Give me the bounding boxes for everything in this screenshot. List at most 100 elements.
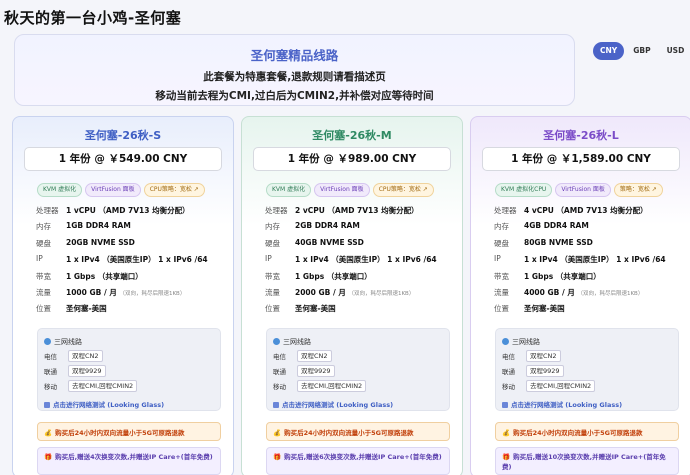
spec-value: 1 Gbps （共享端口） <box>66 271 143 281</box>
gift-icon: 🎁 <box>44 452 53 461</box>
looking-glass-link[interactable]: 点击进行网络测试 (Looking Glass) <box>273 399 393 409</box>
plan-tags: KVM 虚拟化CPU VirtFusion 面板 策略：宽松 ↗ <box>495 183 690 197</box>
spec-value: 1 vCPU （AMD 7V13 均衡分配） <box>66 206 190 215</box>
route-row-unicom: 联通 双程9929 <box>44 364 106 377</box>
spec-value: 1 x IPv4 （美国原生IP） 1 x IPv6 /64 <box>66 255 208 265</box>
globe-icon <box>273 337 280 345</box>
spec-label: 位置 <box>265 304 280 314</box>
route-carrier: 联通 <box>273 367 286 376</box>
looking-glass-text: 点击进行网络测试 (Looking Glass) <box>511 400 623 409</box>
route-value: 双程CN2 <box>68 349 103 362</box>
spec-row-ram: 内存 2GB DDR4 RAM <box>242 217 462 233</box>
banner-route-note: 移动当前去程为CMI,过白后为CMIN2,并补偿对应等待时间 <box>155 90 434 102</box>
looking-glass-link[interactable]: 点击进行网络测试 (Looking Glass) <box>44 399 164 409</box>
gift-icon: 🎁 <box>273 452 282 461</box>
route-carrier: 电信 <box>273 352 286 361</box>
spec-value: 1GB DDR4 RAM <box>66 221 131 231</box>
plan-price[interactable]: 1 年份 @ ￥549.00 CNY <box>24 147 222 171</box>
spec-value: 40GB NVME SSD <box>295 237 364 247</box>
money-bag-icon: 💰 <box>502 428 511 437</box>
plan-price[interactable]: 1 年份 @ ￥1,589.00 CNY <box>482 147 680 171</box>
currency-cny-button[interactable]: CNY <box>593 42 625 60</box>
kvm-tag: KVM 虚拟化 <box>266 183 312 197</box>
route-row-telecom: 电信 双程CN2 <box>44 349 103 362</box>
spec-row-ip: IP 1 x IPv4 （美国原生IP） 1 x IPv6 /64 <box>242 250 462 266</box>
spec-label: 硬盘 <box>265 238 280 248</box>
route-value: 去程CMI,回程CMIN2 <box>526 379 596 392</box>
cpu-policy-link[interactable]: CPU策略：宽松 ↗ <box>372 183 434 197</box>
virtfusion-tag: VirtFusion 面板 <box>85 183 141 197</box>
routes-title: 三网线路 <box>273 337 311 347</box>
routes-title-text: 三网线路 <box>512 337 540 346</box>
spec-value: 2GB DDR4 RAM <box>295 221 360 231</box>
plan-tags: KVM 虚拟化 VirtFusion 面板 CPU策略：宽松 ↗ <box>37 183 233 197</box>
spec-row-ram: 内存 1GB DDR4 RAM <box>13 217 233 233</box>
spec-label: IP <box>265 254 272 264</box>
gift-notice-text: 购买后,赠送10次换变次数,并赠送IP Care+(首年免费) <box>502 452 666 471</box>
plan-name: 圣何塞-26秋-M <box>312 129 392 142</box>
spec-label: 位置 <box>36 304 51 314</box>
virtfusion-tag: VirtFusion 面板 <box>314 183 370 197</box>
spec-label: 处理器 <box>494 206 517 215</box>
plan-name: 圣何塞-26秋-S <box>84 129 162 142</box>
spec-value: 4GB DDR4 RAM <box>524 221 589 231</box>
plan-card-m[interactable]: 圣何塞-26秋-M 1 年份 @ ￥989.00 CNY KVM 虚拟化 Vir… <box>241 116 463 475</box>
spec-row-disk: 硬盘 80GB NVME SSD <box>471 234 690 250</box>
traffic-note: （双向，耗尽后限速1KB） <box>577 290 644 297</box>
spec-row-disk: 硬盘 20GB NVME SSD <box>13 234 233 250</box>
traffic-value: 4000 GB / 月 <box>524 287 575 297</box>
spec-value: 1 Gbps （共享端口） <box>524 271 601 281</box>
spec-value: 20GB NVME SSD <box>66 237 135 247</box>
refund-notice: 💰 购买后24小时内双向流量小于5G可原路退款 <box>495 421 679 441</box>
looking-glass-link[interactable]: 点击进行网络测试 (Looking Glass) <box>502 399 622 409</box>
refund-notice-text: 购买后24小时内双向流量小于5G可原路退款 <box>284 428 414 437</box>
spec-value: 2 vCPU （AMD 7V13 均衡分配） <box>295 206 419 215</box>
plan-card-l[interactable]: 圣何塞-26秋-L 1 年份 @ ￥1,589.00 CNY KVM 虚拟化CP… <box>470 116 690 475</box>
page-title: 秋天的第一台小鸡-圣何塞 <box>4 9 182 27</box>
route-row-unicom: 联通 双程9929 <box>273 364 335 377</box>
route-value: 双程CN2 <box>526 349 561 362</box>
currency-usd-button[interactable]: USD <box>660 42 690 60</box>
spec-value: 圣何塞-美国 <box>524 304 565 314</box>
kvm-tag: KVM 虚拟化 <box>37 183 83 197</box>
spec-label: 流量 <box>265 287 280 297</box>
route-row-mobile: 移动 去程CMI,回程CMIN2 <box>502 379 596 392</box>
spec-label: 位置 <box>494 304 509 314</box>
spec-row-location: 位置 圣何塞-美国 <box>471 299 690 315</box>
spec-label: 内存 <box>265 222 280 232</box>
cpu-policy-link[interactable]: 策略：宽松 ↗ <box>613 183 663 197</box>
routes-title-text: 三网线路 <box>283 337 311 346</box>
chart-icon <box>273 401 279 408</box>
route-carrier: 联通 <box>44 367 57 376</box>
spec-row-bandwidth: 带宽 1 Gbps （共享端口） <box>13 267 233 283</box>
route-row-telecom: 电信 双程CN2 <box>273 349 332 362</box>
route-value: 去程CMI,回程CMIN2 <box>68 379 138 392</box>
route-value: 双程9929 <box>297 364 335 377</box>
traffic-note: （双向，耗尽后限速1KB） <box>348 290 415 297</box>
globe-icon <box>44 337 51 345</box>
globe-icon <box>502 337 509 345</box>
money-bag-icon: 💰 <box>273 428 282 437</box>
spec-row-location: 位置 圣何塞-美国 <box>13 299 233 315</box>
gift-notice-text: 购买后,赠送4次换变次数,并赠送IP Care+(首年免费) <box>55 452 213 461</box>
spec-value: 1000 GB / 月 （双向，耗尽后限速1KB） <box>66 287 185 298</box>
spec-row-traffic: 流量 2000 GB / 月 （双向，耗尽后限速1KB） <box>242 283 462 299</box>
spec-label: 流量 <box>36 287 51 297</box>
refund-notice-text: 购买后24小时内双向流量小于5G可原路退款 <box>55 428 185 437</box>
route-row-telecom: 电信 双程CN2 <box>502 349 561 362</box>
spec-value: 4 vCPU （AMD 7V13 均衡分配） <box>524 206 648 215</box>
spec-row-ip: IP 1 x IPv4 （美国原生IP） 1 x IPv6 /64 <box>471 250 690 266</box>
money-bag-icon: 💰 <box>44 428 53 437</box>
currency-gbp-button[interactable]: GBP <box>626 42 657 60</box>
plan-card-s[interactable]: 圣何塞-26秋-S 1 年份 @ ￥549.00 CNY KVM 虚拟化 Vir… <box>12 116 234 475</box>
spec-value: 2000 GB / 月 （双向，耗尽后限速1KB） <box>295 287 414 298</box>
chart-icon <box>44 401 50 408</box>
spec-row-disk: 硬盘 40GB NVME SSD <box>242 234 462 250</box>
plan-price[interactable]: 1 年份 @ ￥989.00 CNY <box>253 147 451 171</box>
cpu-policy-link[interactable]: CPU策略：宽松 ↗ <box>143 183 205 197</box>
route-carrier: 电信 <box>44 352 57 361</box>
spec-row-bandwidth: 带宽 1 Gbps （共享端口） <box>471 267 690 283</box>
spec-label: 带宽 <box>265 271 280 281</box>
routes-panel: 三网线路 电信 双程CN2 联通 双程9929 移动 去程CMI,回程CMIN2 点击… <box>495 327 679 411</box>
route-row-mobile: 移动 去程CMI,回程CMIN2 <box>44 379 138 392</box>
